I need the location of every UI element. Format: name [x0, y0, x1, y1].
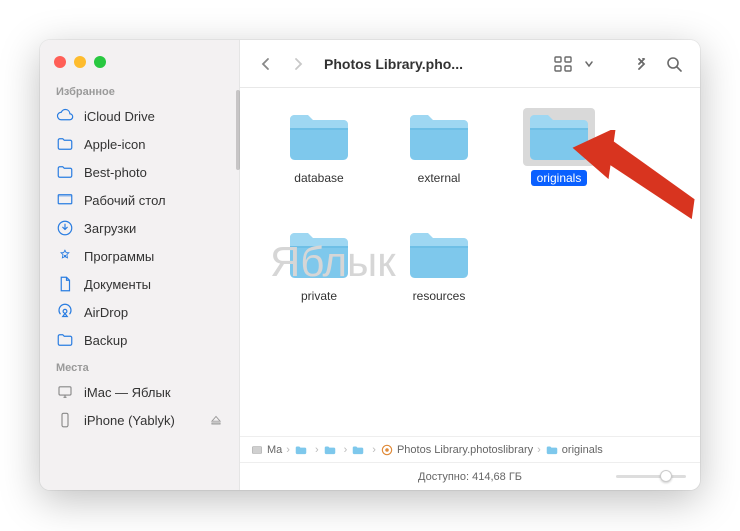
folder-icon — [56, 135, 74, 153]
sidebar-item-iphone[interactable]: iPhone (Yablyk) — [46, 406, 233, 434]
sidebar-item-label: Документы — [84, 277, 151, 292]
sidebar-item-icloud-drive[interactable]: iCloud Drive — [46, 102, 233, 130]
crumb-icon — [545, 443, 559, 457]
sidebar-item-apple-icon[interactable]: Apple-icon — [46, 130, 233, 158]
forward-button[interactable] — [286, 52, 310, 76]
crumb-icon — [294, 443, 308, 457]
sidebar-item-downloads[interactable]: Загрузки — [46, 214, 233, 242]
folder-icon — [56, 163, 74, 181]
path-crumb[interactable]: originals — [545, 443, 603, 457]
folder-label: private — [295, 288, 343, 304]
folder-label: database — [288, 170, 349, 186]
folder-originals[interactable]: originals — [504, 108, 614, 218]
minimize-button[interactable] — [74, 56, 86, 68]
crumb-label: Ma — [267, 444, 282, 456]
folder-icon — [283, 226, 355, 284]
path-bar[interactable]: Ma › › › › Photos Library.photoslibrary › origi… — [240, 436, 700, 462]
sidebar-item-best-photo[interactable]: Best-photo — [46, 158, 233, 186]
sidebar-item-label: iMac — Яблык — [84, 385, 171, 400]
folder-database[interactable]: database — [264, 108, 374, 218]
view-menu-chevron-icon[interactable] — [582, 52, 596, 76]
crumb-label: Photos Library.photoslibrary — [397, 444, 533, 456]
sidebar-item-label: Best-photo — [84, 165, 147, 180]
crumb-icon — [323, 443, 337, 457]
folder-external[interactable]: external — [384, 108, 494, 218]
desktop-icon — [56, 191, 74, 209]
chevron-right-icon: › — [286, 444, 290, 456]
crumb-icon — [351, 443, 365, 457]
sidebar-item-desktop[interactable]: Рабочий стол — [46, 186, 233, 214]
crumb-icon — [250, 443, 264, 457]
view-icon-grid-button[interactable] — [548, 52, 580, 76]
chevron-right-icon: › — [537, 444, 541, 456]
eject-icon[interactable] — [209, 413, 223, 427]
folder-private[interactable]: private — [264, 226, 374, 336]
imac-icon — [56, 383, 74, 401]
sidebar-item-documents[interactable]: Документы — [46, 270, 233, 298]
toolbar-overflow-button[interactable] — [630, 52, 654, 76]
cloud-icon — [56, 107, 74, 125]
sidebar-item-label: AirDrop — [84, 305, 128, 320]
content-area: Photos Library.pho... Яб — [240, 40, 700, 490]
sidebar-item-label: iCloud Drive — [84, 109, 155, 124]
sidebar-item-airdrop[interactable]: AirDrop — [46, 298, 233, 326]
folder-icon — [523, 108, 595, 166]
sidebar-item-label: Рабочий стол — [84, 193, 166, 208]
path-crumb[interactable] — [323, 443, 340, 457]
folder-label: resources — [407, 288, 472, 304]
window-title: Photos Library.pho... — [324, 56, 463, 72]
back-button[interactable] — [254, 52, 278, 76]
sidebar-section-locations: Места — [40, 354, 239, 378]
crumb-icon — [380, 443, 394, 457]
path-crumb[interactable]: Ma — [250, 443, 282, 457]
status-text: Доступно: 414,68 ГБ — [418, 471, 522, 483]
sidebar-item-applications[interactable]: Программы — [46, 242, 233, 270]
search-button[interactable] — [662, 52, 686, 76]
folder-icon — [403, 108, 475, 166]
folder-icon — [403, 226, 475, 284]
finder-window: Избранное iCloud Drive Apple-icon Best-p… — [40, 40, 700, 490]
close-button[interactable] — [54, 56, 66, 68]
sidebar: Избранное iCloud Drive Apple-icon Best-p… — [40, 40, 240, 490]
sidebar-item-backup[interactable]: Backup — [46, 326, 233, 354]
icon-size-slider[interactable] — [616, 475, 686, 478]
sidebar-item-label: iPhone (Yablyk) — [84, 413, 175, 428]
path-crumb[interactable] — [294, 443, 311, 457]
phone-icon — [56, 411, 74, 429]
airdrop-icon — [56, 303, 74, 321]
apps-icon — [56, 247, 74, 265]
path-crumb[interactable]: Photos Library.photoslibrary — [380, 443, 533, 457]
doc-icon — [56, 275, 74, 293]
status-bar: Доступно: 414,68 ГБ — [240, 462, 700, 490]
chevron-right-icon: › — [315, 444, 319, 456]
zoom-button[interactable] — [94, 56, 106, 68]
sidebar-section-favorites: Избранное — [40, 78, 239, 102]
sidebar-favorites-list: iCloud Drive Apple-icon Best-photo Рабоч… — [40, 102, 239, 354]
sidebar-item-label: Backup — [84, 333, 127, 348]
folder-resources[interactable]: resources — [384, 226, 494, 336]
folder-icon — [56, 331, 74, 349]
path-crumb[interactable] — [351, 443, 368, 457]
sidebar-item-label: Программы — [84, 249, 154, 264]
crumb-label: originals — [562, 444, 603, 456]
toolbar: Photos Library.pho... — [240, 40, 700, 88]
download-icon — [56, 219, 74, 237]
sidebar-locations-list: iMac — Яблык iPhone (Yablyk) — [40, 378, 239, 434]
chevron-right-icon: › — [372, 444, 376, 456]
folder-label: originals — [531, 170, 588, 186]
icon-grid[interactable]: Яблык database external originals privat… — [240, 88, 700, 436]
chevron-right-icon: › — [344, 444, 348, 456]
window-controls — [40, 40, 239, 78]
folder-icon — [283, 108, 355, 166]
folder-label: external — [412, 170, 467, 186]
sidebar-item-imac[interactable]: iMac — Яблык — [46, 378, 233, 406]
sidebar-item-label: Apple-icon — [84, 137, 145, 152]
sidebar-item-label: Загрузки — [84, 221, 136, 236]
